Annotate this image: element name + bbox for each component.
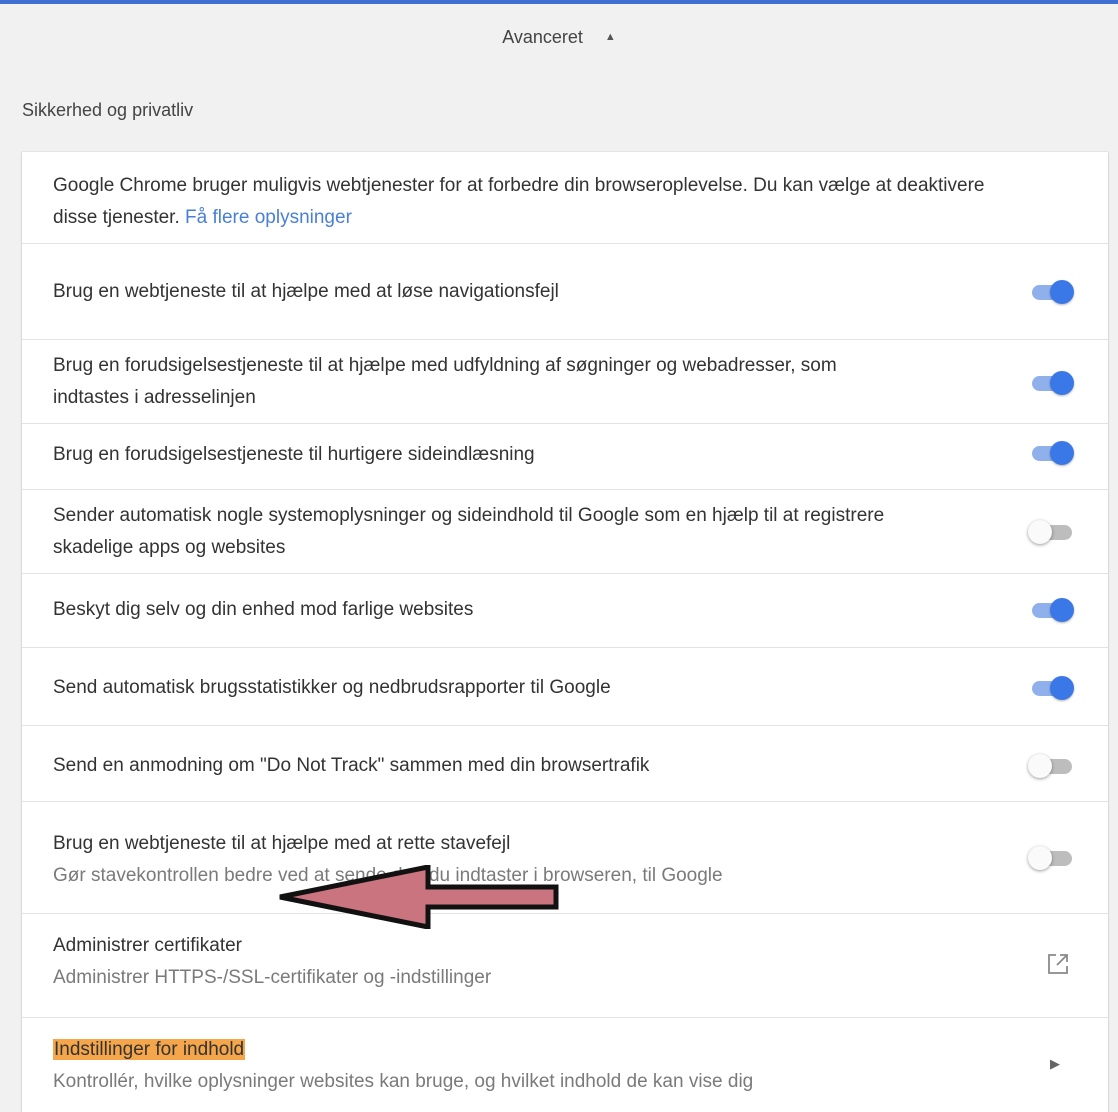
toggle-label-line1: Brug en webtjeneste til at hjælpe med at… [53,833,511,854]
spell-check-toggle[interactable] [1028,844,1074,872]
intro-text-line2: disse tjenester. [53,207,180,228]
content-settings-title: Indstillinger for indhold [53,1039,246,1060]
toggle-label: Brug en webtjeneste til at hjælpe med at… [53,281,559,302]
toggle-label: Send automatisk brugsstatistikker og ned… [53,677,611,698]
manage-certificates-text: Administrer certifikater Administrer HTT… [53,930,491,994]
manage-certificates-title: Administrer certifikater [53,935,242,956]
privacy-settings-card: Google Chrome bruger muligvis webtjenest… [22,152,1108,1112]
navigation-errors-toggle[interactable] [1028,278,1074,306]
annotation-arrow-icon [279,865,559,929]
toggle-knob [1050,280,1074,304]
toggle-knob [1050,441,1074,465]
manage-certificates-row[interactable]: Administrer certifikater Administrer HTT… [22,914,1108,1018]
top-accent-bar [0,0,1118,4]
toggle-label: Sender automatisk nogle systemoplysninge… [53,500,884,564]
external-link-icon[interactable] [1046,952,1070,976]
manage-certificates-subtitle: Administrer HTTPS-/SSL-certifikater og -… [53,967,492,988]
safe-browsing-reporting-toggle[interactable] [1028,518,1074,546]
usage-statistics-toggle[interactable] [1028,674,1074,702]
toggle-row-safe-browsing[interactable]: Beskyt dig selv og din enhed mod farlige… [22,574,1108,648]
safe-browsing-toggle[interactable] [1028,596,1074,624]
toggle-label-line1: Sender automatisk nogle systemoplysninge… [53,505,885,526]
toggle-knob [1028,846,1052,870]
toggle-row-page-preload[interactable]: Brug en forudsigelsestjeneste til hurtig… [22,424,1108,490]
search-prediction-toggle[interactable] [1028,369,1074,397]
toggle-knob [1050,676,1074,700]
page-preload-toggle[interactable] [1028,439,1074,467]
toggle-label: Send en anmodning om "Do Not Track" samm… [53,755,650,776]
content-settings-subtitle: Kontrollér, hvilke oplysninger websites … [53,1071,754,1092]
toggle-label-line1: Brug en forudsigelsestjeneste til at hjæ… [53,355,837,376]
intro-text: Google Chrome bruger muligvis webtjenest… [53,170,1093,234]
chevron-right-icon[interactable]: ▶ [1050,1056,1060,1072]
toggle-label: Beskyt dig selv og din enhed mod farlige… [53,599,474,620]
advanced-toggle[interactable]: Avanceret ▲ [0,22,1118,52]
content-settings-row[interactable]: Indstillinger for indhold Kontrollér, hv… [22,1018,1108,1112]
do-not-track-toggle[interactable] [1028,752,1074,780]
toggle-label: Brug en forudsigelsestjeneste til hurtig… [53,444,535,465]
learn-more-link[interactable]: Få flere oplysninger [185,207,352,228]
content-settings-text: Indstillinger for indhold Kontrollér, hv… [53,1034,753,1098]
intro-text-line1: Google Chrome bruger muligvis webtjenest… [53,175,985,196]
toggle-row-safe-browsing-reporting[interactable]: Sender automatisk nogle systemoplysninge… [22,490,1108,574]
toggle-row-do-not-track[interactable]: Send en anmodning om "Do Not Track" samm… [22,726,1108,802]
intro-row: Google Chrome bruger muligvis webtjenest… [22,152,1108,244]
toggle-knob [1028,520,1052,544]
advanced-label: Avanceret [502,26,583,47]
toggle-row-navigation-errors[interactable]: Brug en webtjeneste til at hjælpe med at… [22,244,1108,340]
toggle-knob [1050,598,1074,622]
toggle-row-usage-statistics[interactable]: Send automatisk brugsstatistikker og ned… [22,648,1108,726]
toggle-label-line2: skadelige apps og websites [53,537,286,558]
caret-up-icon: ▲ [604,31,616,43]
toggle-label: Brug en forudsigelsestjeneste til at hjæ… [53,350,837,414]
toggle-knob [1050,371,1074,395]
section-title: Sikkerhed og privatliv [22,100,194,120]
toggle-knob [1028,754,1052,778]
toggle-label-line2: indtastes i adresselinjen [53,387,256,408]
toggle-row-search-prediction[interactable]: Brug en forudsigelsestjeneste til at hjæ… [22,340,1108,424]
